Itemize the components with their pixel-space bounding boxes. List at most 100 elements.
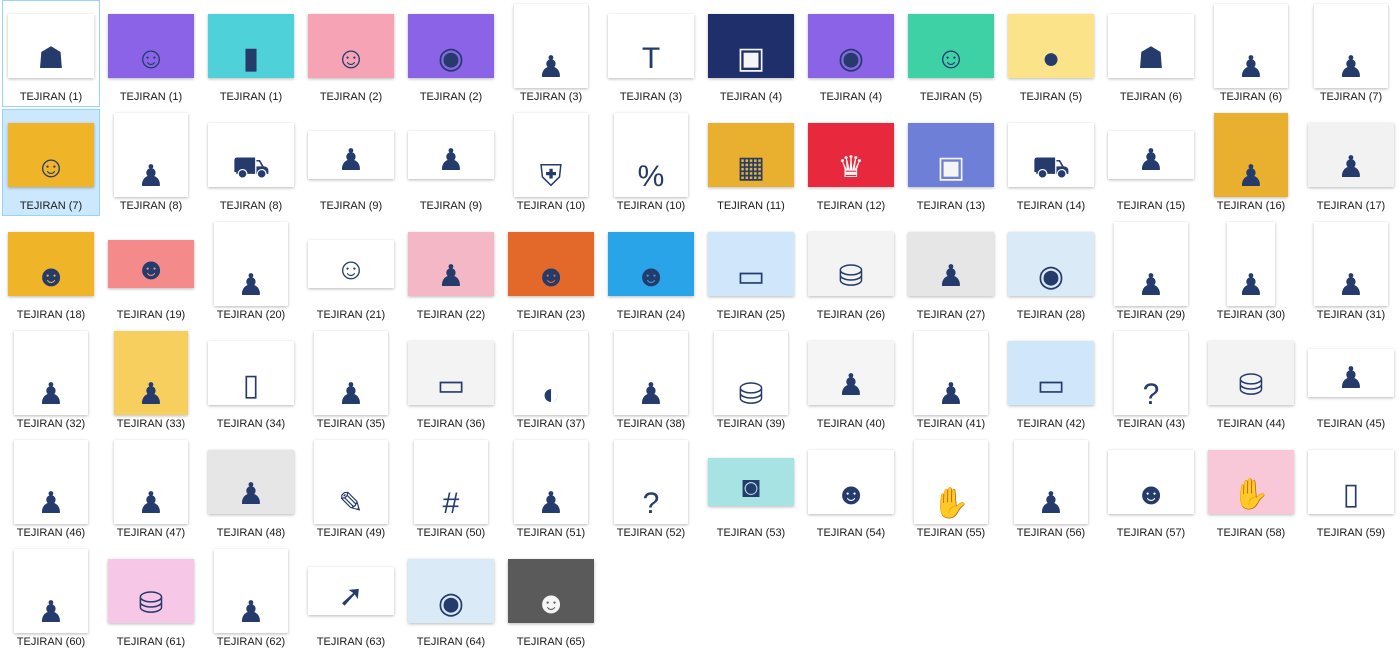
file-item[interactable]: ☻ TEJIRAN (54) [802,436,900,543]
file-item[interactable]: ◉ TEJIRAN (2) [402,0,500,107]
thumbnail-image[interactable]: ? [614,440,688,524]
file-item[interactable]: ◉ TEJIRAN (28) [1002,218,1100,325]
file-item[interactable]: ♟ TEJIRAN (33) [102,327,200,434]
file-item[interactable]: ⛟ TEJIRAN (14) [1002,109,1100,216]
file-item[interactable]: ♛ TEJIRAN (12) [802,109,900,216]
file-item[interactable]: ♟ TEJIRAN (41) [902,327,1000,434]
thumbnail-image[interactable]: ♟ [1108,131,1194,179]
file-item[interactable]: ♟ TEJIRAN (47) [102,436,200,543]
thumbnail-image[interactable]: ● [1008,14,1094,78]
thumbnail-image[interactable]: ♟ [1308,123,1394,187]
thumbnail-image[interactable]: ♟ [314,331,388,415]
thumbnail-image[interactable]: ♟ [1014,440,1088,524]
file-item[interactable]: ◐ TEJIRAN (37) [502,327,600,434]
file-item[interactable]: ♟ TEJIRAN (7) [1302,0,1400,107]
file-item[interactable]: ♟ TEJIRAN (35) [302,327,400,434]
thumbnail-image[interactable]: ▭ [708,232,794,296]
file-item[interactable]: ☻ TEJIRAN (18) [2,218,100,325]
file-item[interactable]: ☺ TEJIRAN (5) [902,0,1000,107]
thumbnail-image[interactable]: ♟ [14,440,88,524]
thumbnail-image[interactable]: ☻ [608,232,694,296]
file-item[interactable]: ♟ TEJIRAN (45) [1302,327,1400,434]
thumbnail-image[interactable]: ♟ [1314,4,1388,88]
thumbnail-image[interactable]: ☻ [108,240,194,288]
file-item[interactable]: ▭ TEJIRAN (25) [702,218,800,325]
file-item[interactable]: ♟ TEJIRAN (62) [202,545,300,652]
file-item[interactable]: ♟ TEJIRAN (3) [502,0,600,107]
thumbnail-image[interactable]: ✋ [1208,450,1294,514]
thumbnail-image[interactable]: ♟ [208,450,294,514]
file-item[interactable]: ♟ TEJIRAN (27) [902,218,1000,325]
file-item[interactable]: ♟ TEJIRAN (29) [1102,218,1200,325]
file-item[interactable]: ✋ TEJIRAN (58) [1202,436,1300,543]
file-item[interactable]: ☗ TEJIRAN (6) [1102,0,1200,107]
file-item[interactable]: ▭ TEJIRAN (42) [1002,327,1100,434]
thumbnail-image[interactable]: ◐ [514,331,588,415]
file-item[interactable]: ⛁ TEJIRAN (44) [1202,327,1300,434]
thumbnail-image[interactable]: ☺ [108,14,194,78]
file-item[interactable]: ▭ TEJIRAN (36) [402,327,500,434]
thumbnail-image[interactable]: ♟ [14,549,88,633]
thumbnail-image[interactable]: % [614,113,688,197]
file-item[interactable]: ⛁ TEJIRAN (26) [802,218,900,325]
file-item[interactable]: ⛟ TEJIRAN (8) [202,109,300,216]
file-item[interactable]: ◉ TEJIRAN (64) [402,545,500,652]
thumbnail-image[interactable]: ☻ [1108,450,1194,514]
thumbnail-image[interactable]: ♟ [1214,113,1288,197]
file-item[interactable]: ▯ TEJIRAN (59) [1302,436,1400,543]
thumbnail-image[interactable]: ♟ [114,113,188,197]
thumbnail-image[interactable]: ◉ [408,14,494,78]
thumbnail-image[interactable]: ♟ [214,549,288,633]
file-item[interactable]: ♟ TEJIRAN (46) [2,436,100,543]
file-item[interactable]: ♟ TEJIRAN (17) [1302,109,1400,216]
thumbnail-image[interactable]: ♟ [14,331,88,415]
thumbnail-image[interactable]: ➚ [308,567,394,615]
thumbnail-image[interactable]: ▦ [708,123,794,187]
file-item[interactable]: ? TEJIRAN (52) [602,436,700,543]
file-item[interactable]: ▦ TEJIRAN (11) [702,109,800,216]
file-item[interactable]: ◉ TEJIRAN (4) [802,0,900,107]
thumbnail-image[interactable]: ? [1114,331,1188,415]
thumbnail-image[interactable]: ◉ [408,559,494,623]
file-item[interactable]: ▣ TEJIRAN (13) [902,109,1000,216]
file-item[interactable]: ☺ TEJIRAN (21) [302,218,400,325]
file-item[interactable]: ♟ TEJIRAN (48) [202,436,300,543]
thumbnail-image[interactable]: ▣ [908,123,994,187]
thumbnail-image[interactable]: ♟ [514,440,588,524]
thumbnail-image[interactable]: ♟ [114,440,188,524]
file-item[interactable]: ♟ TEJIRAN (40) [802,327,900,434]
thumbnail-image[interactable]: ♟ [1308,349,1394,397]
file-item[interactable]: ▣ TEJIRAN (4) [702,0,800,107]
file-item[interactable]: T TEJIRAN (3) [602,0,700,107]
file-item[interactable]: ♟ TEJIRAN (30) [1202,218,1300,325]
file-item[interactable]: ◙ TEJIRAN (53) [702,436,800,543]
file-item[interactable]: ♟ TEJIRAN (38) [602,327,700,434]
thumbnail-image[interactable]: ⛁ [714,331,788,415]
thumbnail-image[interactable]: ☻ [508,559,594,623]
file-item[interactable]: ♟ TEJIRAN (22) [402,218,500,325]
file-item[interactable]: ✋ TEJIRAN (55) [902,436,1000,543]
thumbnail-image[interactable]: ▮ [208,14,294,78]
thumbnail-image[interactable]: ♟ [514,4,588,88]
file-item[interactable]: ☺ TEJIRAN (7) [2,109,100,216]
thumbnail-image[interactable]: ⛁ [108,559,194,623]
thumbnail-image[interactable]: ◉ [1008,232,1094,296]
thumbnail-image[interactable]: ♟ [214,222,288,306]
thumbnail-image[interactable]: ▯ [1308,450,1394,514]
file-item[interactable]: ☻ TEJIRAN (65) [502,545,600,652]
file-item[interactable]: ♟ TEJIRAN (16) [1202,109,1300,216]
thumbnail-image[interactable]: ▣ [708,14,794,78]
thumbnail-image[interactable]: ♟ [614,331,688,415]
thumbnail-image[interactable]: ☻ [508,232,594,296]
file-item[interactable]: ▯ TEJIRAN (34) [202,327,300,434]
thumbnail-image[interactable]: ⛨ [514,113,588,197]
thumbnail-image[interactable]: ⛁ [1208,341,1294,405]
thumbnail-image[interactable]: T [608,14,694,78]
file-item[interactable]: ⛨ TEJIRAN (10) [502,109,600,216]
thumbnail-image[interactable]: ☗ [1108,14,1194,78]
thumbnail-image[interactable]: ♟ [114,331,188,415]
thumbnail-image[interactable]: ♟ [808,341,894,405]
file-item[interactable]: ⛁ TEJIRAN (39) [702,327,800,434]
thumbnail-image[interactable]: ♛ [808,123,894,187]
file-item[interactable]: ♟ TEJIRAN (6) [1202,0,1300,107]
